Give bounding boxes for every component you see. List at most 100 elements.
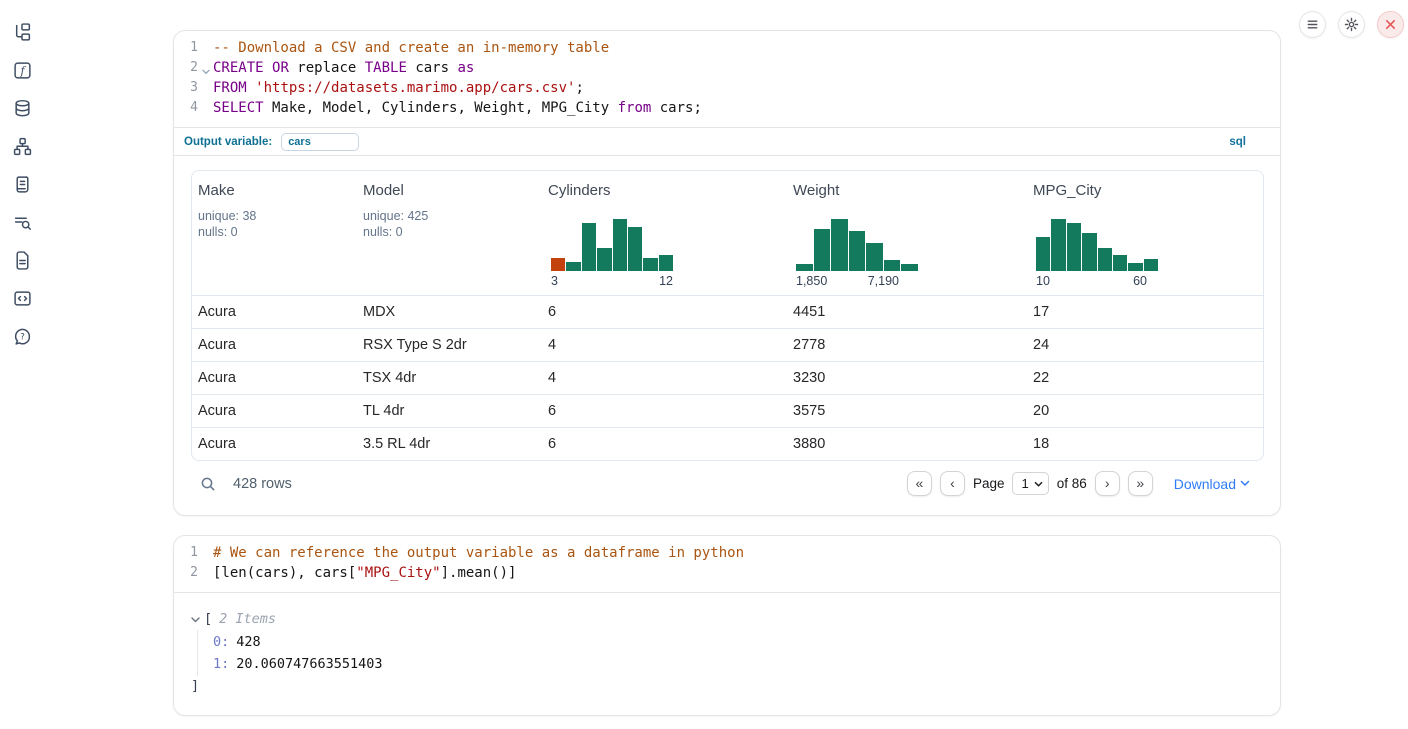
prev-page-button[interactable]: ‹ bbox=[940, 471, 965, 496]
last-page-button[interactable]: » bbox=[1128, 471, 1153, 496]
table-cell: 20 bbox=[1027, 403, 1263, 419]
column-header-mpg_city[interactable]: MPG_City1060 bbox=[1027, 171, 1263, 295]
table-cell: 6 bbox=[542, 403, 787, 419]
table-row[interactable]: AcuraTL 4dr6357520 bbox=[192, 394, 1263, 427]
table-cell: 3.5 RL 4dr bbox=[357, 436, 542, 452]
shutdown-button[interactable] bbox=[1377, 11, 1404, 38]
python-cell-output: [ 2 Items 0:428 1:20.060747663551403 ] bbox=[174, 592, 1280, 715]
sql-code-editor[interactable]: 1-- Download a CSV and create an in-memo… bbox=[174, 31, 1280, 127]
column-header-cylinders[interactable]: Cylinders 312 bbox=[542, 171, 787, 295]
table-row[interactable]: Acura3.5 RL 4dr6388018 bbox=[192, 427, 1263, 460]
line-number: 3 bbox=[174, 78, 198, 98]
settings-button[interactable] bbox=[1338, 11, 1365, 38]
code-text: CREATE OR replace TABLE cars as bbox=[198, 58, 474, 78]
column-title: Weight bbox=[793, 182, 1027, 199]
histogram-bar bbox=[1098, 248, 1112, 271]
last-page-icon: » bbox=[1136, 476, 1144, 490]
histogram-axis-labels: 1,8507,190 bbox=[796, 274, 918, 288]
download-button[interactable]: Download bbox=[1174, 476, 1250, 492]
code-line: 4SELECT Make, Model, Cylinders, Weight, … bbox=[174, 98, 1280, 118]
fold-chevron-icon[interactable] bbox=[202, 62, 210, 82]
table-row[interactable]: AcuraRSX Type S 2dr4277824 bbox=[192, 328, 1263, 361]
python-cell: 1# We can reference the output variable … bbox=[173, 535, 1281, 716]
page-select[interactable]: 1 bbox=[1012, 472, 1048, 495]
python-code-editor[interactable]: 1# We can reference the output variable … bbox=[174, 536, 1280, 592]
topbar bbox=[1299, 11, 1404, 38]
code-line: 3FROM 'https://datasets.marimo.app/cars.… bbox=[174, 78, 1280, 98]
column-title: Model bbox=[363, 182, 542, 199]
histogram-bar bbox=[884, 260, 901, 271]
item-index: 0: bbox=[213, 634, 229, 650]
first-page-button[interactable]: « bbox=[907, 471, 932, 496]
table-search-button[interactable] bbox=[200, 476, 216, 492]
code-text: FROM 'https://datasets.marimo.app/cars.c… bbox=[198, 78, 584, 98]
table-cell: 6 bbox=[542, 304, 787, 320]
table-body: AcuraMDX6445117AcuraRSX Type S 2dr427782… bbox=[192, 295, 1263, 460]
histogram-axis-labels: 1060 bbox=[1036, 274, 1158, 288]
database-icon bbox=[13, 99, 32, 118]
table-cell: 3575 bbox=[787, 403, 1027, 419]
histogram-bar bbox=[866, 243, 883, 271]
item-value: 428 bbox=[236, 634, 260, 650]
column-title: Cylinders bbox=[548, 182, 787, 199]
table-cell: TSX 4dr bbox=[357, 370, 542, 386]
histogram-bar bbox=[628, 227, 642, 271]
svg-text:f: f bbox=[19, 64, 26, 77]
code-line: 2[len(cars), cars["MPG_City"].mean()] bbox=[174, 563, 1280, 583]
chevron-down-icon bbox=[1240, 480, 1250, 487]
next-page-button[interactable]: › bbox=[1095, 471, 1120, 496]
file-tree-icon bbox=[13, 23, 32, 42]
column-header-make[interactable]: Makeunique: 38nulls: 0 bbox=[192, 171, 357, 295]
column-header-weight[interactable]: Weight 1,8507,190 bbox=[787, 171, 1027, 295]
line-number: 1 bbox=[174, 543, 198, 563]
column-title: Make bbox=[198, 182, 357, 199]
sidebar-logs-button[interactable] bbox=[11, 212, 33, 232]
sidebar-file-explorer-button[interactable] bbox=[11, 22, 33, 42]
help-icon: ? bbox=[13, 327, 32, 346]
table-cell: 3230 bbox=[787, 370, 1027, 386]
histogram-bar bbox=[597, 248, 611, 271]
next-page-icon: › bbox=[1105, 476, 1110, 490]
download-label: Download bbox=[1174, 476, 1236, 492]
list-item: 0: 428 bbox=[213, 631, 1264, 653]
code-text: # We can reference the output variable a… bbox=[198, 543, 744, 563]
sidebar-data-sources-button[interactable] bbox=[11, 98, 33, 118]
table-cell: Acura bbox=[192, 436, 357, 452]
notebook: 1-- Download a CSV and create an in-memo… bbox=[173, 0, 1281, 716]
page-of-label: of 86 bbox=[1057, 476, 1087, 491]
table-footer: 428 rows « ‹ Page 1 of 86 › » Download bbox=[191, 465, 1264, 502]
sidebar-variables-button[interactable]: f bbox=[11, 60, 33, 80]
sql-language-badge: sql bbox=[1229, 136, 1246, 148]
histogram-bar bbox=[659, 255, 673, 271]
table-cell: 17 bbox=[1027, 304, 1263, 320]
table-cell: 4 bbox=[542, 370, 787, 386]
log-search-icon bbox=[13, 213, 32, 232]
table-cell: Acura bbox=[192, 370, 357, 386]
column-histogram: 312 bbox=[551, 219, 673, 295]
output-variable-input[interactable] bbox=[281, 133, 359, 151]
sidebar-documentation-button[interactable] bbox=[11, 250, 33, 270]
sidebar-snippets-button[interactable] bbox=[11, 288, 33, 308]
tree-collapse-chevron-icon[interactable] bbox=[191, 617, 200, 623]
column-histogram: 1,8507,190 bbox=[796, 219, 918, 295]
column-header-model[interactable]: Modelunique: 425nulls: 0 bbox=[357, 171, 542, 295]
line-number: 4 bbox=[174, 98, 198, 118]
table-cell: RSX Type S 2dr bbox=[357, 337, 542, 353]
histogram-bar bbox=[551, 258, 565, 271]
code-text: [len(cars), cars["MPG_City"].mean()] bbox=[198, 563, 516, 583]
table-cell: 6 bbox=[542, 436, 787, 452]
sql-cell: 1-- Download a CSV and create an in-memo… bbox=[173, 30, 1281, 516]
page-label: Page bbox=[973, 476, 1005, 491]
menu-button[interactable] bbox=[1299, 11, 1326, 38]
table-row[interactable]: AcuraMDX6445117 bbox=[192, 295, 1263, 328]
table-cell: Acura bbox=[192, 337, 357, 353]
sidebar-scratchpad-button[interactable] bbox=[11, 174, 33, 194]
table-cell: 3880 bbox=[787, 436, 1027, 452]
list-item: 1:20.060747663551403 bbox=[213, 653, 1264, 675]
table-row[interactable]: AcuraTSX 4dr4323022 bbox=[192, 361, 1263, 394]
table-cell: Acura bbox=[192, 304, 357, 320]
sidebar-help-button[interactable]: ? bbox=[11, 326, 33, 346]
document-icon bbox=[13, 251, 32, 270]
histogram-bar bbox=[1082, 233, 1096, 271]
sidebar-dependency-graph-button[interactable] bbox=[11, 136, 33, 156]
